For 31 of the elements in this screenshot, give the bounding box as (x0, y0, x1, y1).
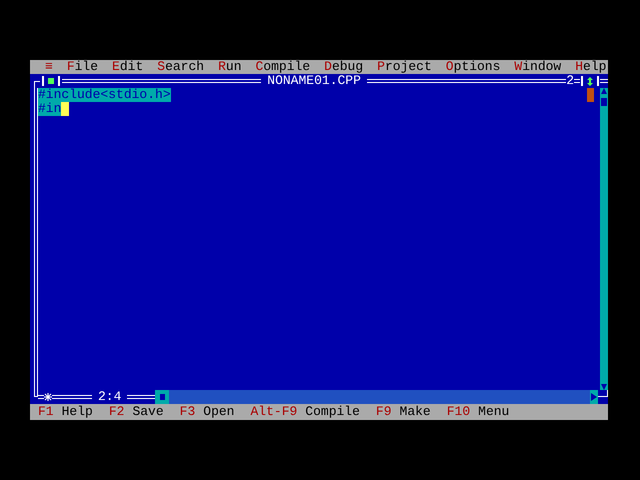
resize-star-icon[interactable] (44, 393, 52, 401)
scroll-thumb[interactable] (601, 98, 607, 106)
function-key-hint[interactable]: F1 Help (38, 405, 93, 419)
text-cursor-icon (61, 102, 70, 116)
close-box-icon[interactable] (42, 76, 60, 86)
right-arrow-icon[interactable] (590, 390, 598, 404)
menu-item[interactable]: Window (507, 60, 568, 74)
cursor-position: 2:4 (97, 390, 122, 404)
scroll-thumb[interactable] (155, 390, 170, 404)
menu-item[interactable]: Help (568, 60, 614, 74)
window-title: NONAME01.CPP (266, 74, 362, 88)
function-key-hint[interactable]: Alt-F9 Compile (250, 405, 360, 419)
menu-item[interactable]: File (60, 60, 106, 74)
menu-item[interactable]: Debug (317, 60, 370, 74)
menu-item[interactable]: Project (370, 60, 439, 74)
menu-item[interactable]: Edit (105, 60, 150, 74)
horizontal-scrollbar[interactable] (155, 390, 598, 404)
function-key-hint[interactable]: F3 Open (180, 405, 234, 419)
menu-item[interactable]: Search (150, 60, 212, 74)
down-arrow-icon[interactable] (601, 384, 607, 390)
vertical-scrollbar[interactable] (600, 88, 608, 390)
mouse-cursor-icon (587, 88, 594, 102)
up-arrow-icon[interactable] (601, 88, 607, 94)
window-number: 2 (566, 74, 574, 88)
zoom-box-icon[interactable] (581, 76, 599, 86)
function-key-hint[interactable]: F10 Menu (446, 405, 510, 419)
menu-item[interactable]: Options (438, 60, 508, 74)
menu-item[interactable]: Run (211, 60, 248, 74)
function-key-hint[interactable]: F2 Save (108, 405, 164, 419)
function-key-hint[interactable]: F9 Make (376, 405, 431, 419)
menu-item[interactable]: Compile (248, 60, 318, 74)
